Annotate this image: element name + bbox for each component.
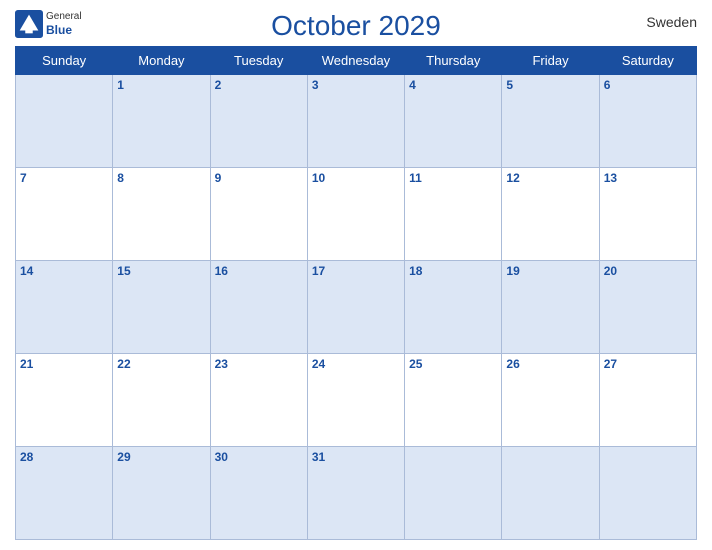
day-number-3: 3 [312,78,400,92]
day-cell-0-0 [16,75,113,168]
day-number-20: 20 [604,264,692,278]
day-number-26: 26 [506,357,594,371]
day-number-7: 7 [20,171,108,185]
day-cell-2-0: 14 [16,261,113,354]
day-cell-1-5: 12 [502,168,599,261]
logo-general-text: General [46,11,82,23]
country-label: Sweden [646,14,697,30]
day-cell-1-3: 10 [307,168,404,261]
day-number-19: 19 [506,264,594,278]
day-cell-1-0: 7 [16,168,113,261]
day-cell-4-5 [502,447,599,540]
day-number-10: 10 [312,171,400,185]
day-number-30: 30 [215,450,303,464]
day-header-thursday: Thursday [405,47,502,75]
week-row-4: 28 29 30 31 [16,447,697,540]
day-number-18: 18 [409,264,497,278]
day-cell-1-2: 9 [210,168,307,261]
day-number-14: 14 [20,264,108,278]
day-number-11: 11 [409,171,497,185]
day-number-5: 5 [506,78,594,92]
day-cell-2-4: 18 [405,261,502,354]
day-cell-4-4 [405,447,502,540]
logo: General Blue [15,10,82,38]
day-number-1: 1 [117,78,205,92]
day-cell-4-2: 30 [210,447,307,540]
day-number-22: 22 [117,357,205,371]
day-cell-2-3: 17 [307,261,404,354]
day-cell-3-1: 22 [113,354,210,447]
day-cell-1-1: 8 [113,168,210,261]
month-title: October 2029 [271,10,441,42]
day-cell-0-4: 4 [405,75,502,168]
week-row-3: 21 22 23 24 25 26 27 [16,354,697,447]
day-cell-1-4: 11 [405,168,502,261]
day-cell-3-5: 26 [502,354,599,447]
day-number-17: 17 [312,264,400,278]
calendar-header: General Blue October 2029 Sweden [15,10,697,42]
logo-icon [15,10,43,38]
day-cell-3-3: 24 [307,354,404,447]
day-number-28: 28 [20,450,108,464]
day-cell-4-6 [599,447,696,540]
day-number-8: 8 [117,171,205,185]
day-number-12: 12 [506,171,594,185]
week-row-2: 14 15 16 17 18 19 20 [16,261,697,354]
day-number-15: 15 [117,264,205,278]
day-header-saturday: Saturday [599,47,696,75]
day-cell-0-3: 3 [307,75,404,168]
calendar-table: Sunday Monday Tuesday Wednesday Thursday… [15,46,697,540]
day-cell-3-6: 27 [599,354,696,447]
day-cell-0-2: 2 [210,75,307,168]
day-number-27: 27 [604,357,692,371]
day-cell-2-2: 16 [210,261,307,354]
logo-blue-text: Blue [46,23,82,37]
day-cell-3-2: 23 [210,354,307,447]
week-row-1: 789 10 11 12 13 [16,168,697,261]
day-cell-4-1: 29 [113,447,210,540]
day-number-25: 25 [409,357,497,371]
day-number-21: 21 [20,357,108,371]
day-cell-0-6: 6 [599,75,696,168]
day-number-23: 23 [215,357,303,371]
day-cell-2-6: 20 [599,261,696,354]
day-cell-2-5: 19 [502,261,599,354]
days-header-row: Sunday Monday Tuesday Wednesday Thursday… [16,47,697,75]
day-cell-4-3: 31 [307,447,404,540]
day-cell-1-6: 13 [599,168,696,261]
day-cell-3-4: 25 [405,354,502,447]
day-number-4: 4 [409,78,497,92]
day-header-sunday: Sunday [16,47,113,75]
day-header-wednesday: Wednesday [307,47,404,75]
day-number-29: 29 [117,450,205,464]
day-number-24: 24 [312,357,400,371]
day-number-2: 2 [215,78,303,92]
day-header-friday: Friday [502,47,599,75]
day-cell-0-5: 5 [502,75,599,168]
day-number-31: 31 [312,450,400,464]
day-header-tuesday: Tuesday [210,47,307,75]
day-number-16: 16 [215,264,303,278]
day-cell-2-1: 15 [113,261,210,354]
day-cell-3-0: 21 [16,354,113,447]
day-number-13: 13 [604,171,692,185]
day-number-6: 6 [604,78,692,92]
logo-text: General Blue [46,11,82,37]
day-cell-4-0: 28 [16,447,113,540]
day-cell-0-1: 1 [113,75,210,168]
day-number-9: 9 [215,171,303,185]
day-header-monday: Monday [113,47,210,75]
week-row-0: 123456 [16,75,697,168]
